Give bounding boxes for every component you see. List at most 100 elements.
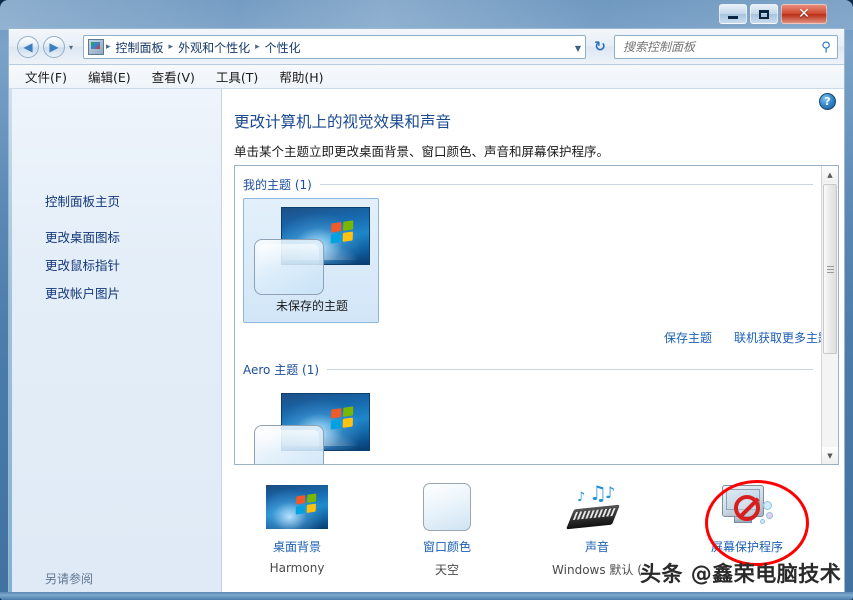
close-button[interactable]: ✕ [781, 4, 827, 24]
scroll-up-button[interactable]: ▲ [822, 166, 838, 183]
close-icon: ✕ [798, 6, 810, 22]
option-screen-saver[interactable]: 屏幕保护程序 [672, 475, 822, 561]
forward-button[interactable]: ▶ [43, 36, 65, 58]
scroll-down-button[interactable]: ▼ [822, 447, 838, 464]
breadcrumb-item-control-panel[interactable]: 控制面板 [113, 39, 167, 56]
option-icon-box: ♪ ♫ ♪ [522, 481, 672, 533]
breadcrumb-item-appearance[interactable]: 外观和个性化 [175, 39, 253, 56]
option-desktop-background[interactable]: 桌面背景 Harmony [222, 475, 372, 575]
no-entry-icon [734, 495, 760, 521]
option-label[interactable]: 窗口颜色 [372, 538, 522, 555]
breadcrumb-separator-0: ▸ [106, 42, 111, 52]
scrollbar-grip-icon [826, 265, 834, 273]
music-note-icon: ♪ [577, 490, 586, 505]
sound-icon: ♪ ♫ ♪ [566, 483, 627, 531]
windows-logo-icon [330, 220, 354, 244]
save-theme-link[interactable]: 保存主题 [664, 329, 712, 346]
minimize-icon [728, 16, 738, 19]
theme-group-rule [319, 184, 813, 185]
control-panel-icon [88, 39, 104, 55]
theme-tile-unsaved[interactable]: 未保存的主题 [243, 198, 379, 323]
search-box[interactable]: ⚲ [614, 35, 838, 59]
theme-panel-scrollbar[interactable]: ▲ ▼ [821, 166, 838, 464]
theme-thumbnail [254, 207, 370, 295]
back-arrow-icon: ◀ [23, 40, 33, 54]
theme-group-label: 我的主题 (1) [243, 178, 312, 192]
menu-bar: 文件(F) 编辑(E) 查看(V) 工具(T) 帮助(H) [9, 65, 844, 89]
see-also-heading: 另请参阅 [45, 572, 94, 586]
theme-list-panel[interactable]: 我的主题 (1) 未保存的主题 保存主题 联机获取更多主题 Aero 主题 (1… [234, 165, 839, 465]
maximize-icon [759, 9, 769, 19]
search-icon[interactable]: ⚲ [815, 40, 837, 55]
client-area: ◀ ▶ ▾ ▸ 控制面板 ▸ 外观和个性化 ▸ 个性化 ▼ ↻ ⚲ [8, 28, 845, 592]
breadcrumb-separator-2: ▸ [255, 42, 260, 52]
theme-group-my-themes: 我的主题 (1) [243, 176, 813, 193]
minimize-button[interactable] [719, 4, 747, 24]
bubble-icon [760, 519, 765, 524]
option-label[interactable]: 桌面背景 [222, 538, 372, 555]
windows-logo-icon [295, 493, 317, 515]
menu-item-file[interactable]: 文件(F) [25, 67, 67, 86]
wallpaper-icon [266, 485, 328, 529]
address-dropdown-icon[interactable]: ▼ [575, 44, 581, 53]
refresh-icon: ↻ [594, 39, 606, 55]
sidebar-item-change-account-picture[interactable]: 更改帐户图片 [45, 283, 120, 302]
sidebar-item-change-desktop-icons[interactable]: 更改桌面图标 [45, 227, 120, 246]
help-glyph: ? [824, 95, 831, 108]
theme-group-aero-themes: Aero 主题 (1) [243, 361, 813, 378]
menu-item-view[interactable]: 查看(V) [152, 67, 195, 86]
forward-arrow-icon: ▶ [49, 40, 59, 54]
navigation-bar: ◀ ▶ ▾ ▸ 控制面板 ▸ 外观和个性化 ▸ 个性化 ▼ ↻ ⚲ [9, 29, 844, 65]
page-title: 更改计算机上的视觉效果和声音 [234, 113, 452, 131]
page-subtitle: 单击某个主题立即更改桌面背景、窗口颜色、声音和屏幕保护程序。 [234, 144, 610, 159]
get-more-themes-online-link[interactable]: 联机获取更多主题 [734, 329, 830, 346]
screensaver-icon [718, 483, 776, 531]
menu-item-help[interactable]: 帮助(H) [279, 67, 323, 86]
main-content: ? 更改计算机上的视觉效果和声音 单击某个主题立即更改桌面背景、窗口颜色、声音和… [222, 89, 844, 592]
option-icon-box [372, 481, 522, 533]
option-icon-box [672, 481, 822, 533]
help-icon[interactable]: ? [819, 93, 836, 110]
maximize-button[interactable] [750, 4, 778, 24]
option-value: Harmony [269, 561, 325, 575]
option-window-color[interactable]: 窗口颜色 天空 [372, 475, 522, 578]
bubble-icon [766, 512, 773, 519]
title-bar: ✕ [0, 0, 853, 30]
theme-actions: 保存主题 联机获取更多主题 [664, 329, 830, 346]
window-color-icon [423, 483, 471, 531]
windows-logo-icon [330, 406, 354, 430]
music-note-icon: ♪ [605, 483, 616, 502]
theme-thumbnail [254, 393, 370, 464]
sidebar-item-control-panel-home[interactable]: 控制面板主页 [45, 191, 120, 210]
option-value: 天空 [434, 563, 459, 577]
breadcrumb-item-personalization[interactable]: 个性化 [262, 39, 304, 56]
refresh-button[interactable]: ↻ [590, 37, 610, 57]
theme-tile-aero[interactable] [243, 384, 379, 464]
sidebar: 控制面板主页 更改桌面图标 更改鼠标指针 更改帐户图片 另请参阅 显示 任务栏和… [9, 89, 222, 592]
theme-window-preview [254, 425, 324, 464]
keyboard-icon [566, 504, 620, 530]
theme-group-label: Aero 主题 (1) [243, 363, 320, 377]
search-input[interactable] [615, 40, 815, 54]
sidebar-edge [9, 89, 12, 592]
window-frame: ✕ ◀ ▶ ▾ ▸ 控制面板 ▸ 外观和个性化 ▸ 个性化 ▼ ↻ 搜索控制面板… [0, 0, 853, 600]
theme-tile-label: 未保存的主题 [275, 299, 348, 313]
scrollbar-thumb[interactable] [823, 184, 837, 354]
body-split: 控制面板主页 更改桌面图标 更改鼠标指针 更改帐户图片 另请参阅 显示 任务栏和… [9, 89, 844, 592]
bubble-icon [763, 501, 772, 510]
back-button[interactable]: ◀ [17, 36, 39, 58]
chevron-up-icon: ▲ [827, 170, 833, 179]
watermark-text: 头条 @鑫荣电脑技术 [640, 562, 842, 586]
theme-group-rule [327, 369, 813, 370]
option-label[interactable]: 屏幕保护程序 [672, 538, 822, 555]
breadcrumb-separator-1: ▸ [168, 42, 174, 52]
menu-item-tools[interactable]: 工具(T) [216, 67, 258, 86]
menu-item-edit[interactable]: 编辑(E) [88, 67, 131, 86]
history-dropdown-icon[interactable]: ▾ [69, 43, 73, 52]
option-label[interactable]: 声音 [522, 538, 672, 555]
address-bar[interactable]: ▸ 控制面板 ▸ 外观和个性化 ▸ 个性化 ▼ [83, 35, 586, 59]
theme-window-preview [254, 239, 324, 295]
window-frame-bottom [0, 592, 853, 600]
option-icon-box [222, 481, 372, 533]
sidebar-item-change-mouse-pointers[interactable]: 更改鼠标指针 [45, 255, 120, 274]
